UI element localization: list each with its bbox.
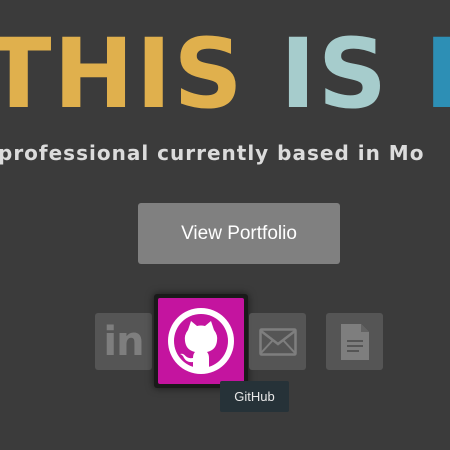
hero-word-2: IS	[280, 18, 389, 130]
email-icon	[258, 327, 297, 356]
view-portfolio-button[interactable]: View Portfolio	[138, 203, 340, 264]
linkedin-link[interactable]: in	[95, 313, 152, 370]
tagline: professional currently based in Mo	[0, 141, 425, 165]
github-tooltip: GitHub	[220, 381, 289, 412]
hero-title: THIS IS I	[0, 26, 450, 122]
resume-link[interactable]	[326, 313, 383, 370]
github-icon	[168, 308, 234, 374]
hero-word-3: I	[424, 18, 450, 130]
hero-word-1: THIS	[0, 18, 245, 130]
email-link[interactable]	[249, 313, 306, 370]
document-icon	[340, 323, 369, 360]
linkedin-icon: in	[103, 318, 144, 365]
github-link[interactable]	[154, 294, 248, 388]
github-tile	[158, 298, 244, 384]
